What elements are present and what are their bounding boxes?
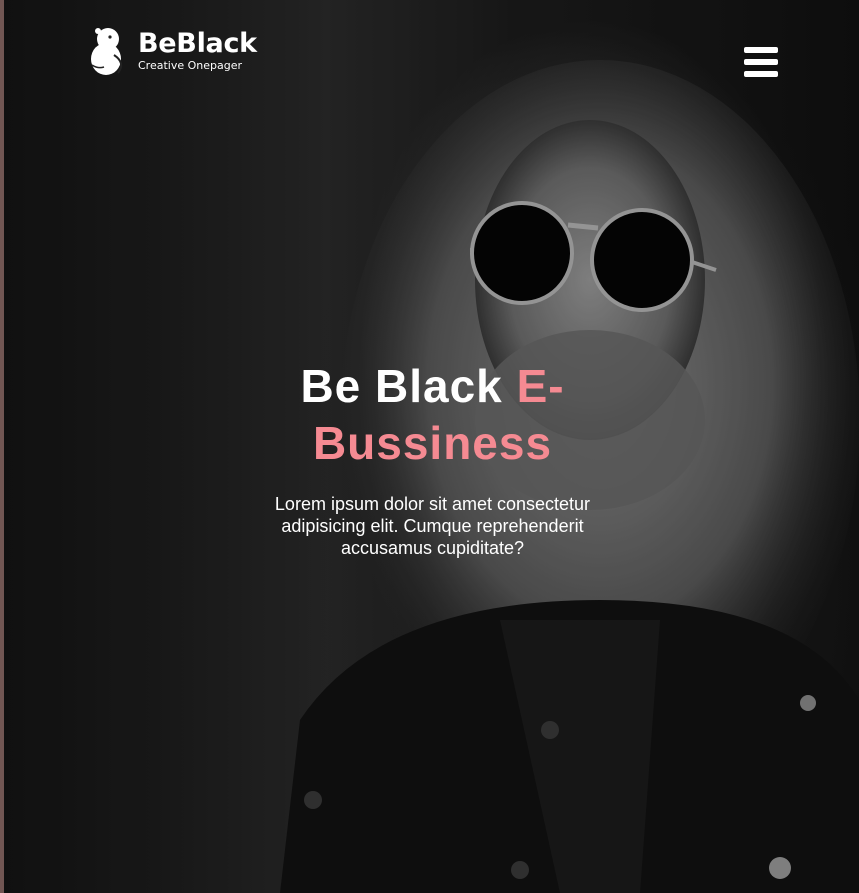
- brand-name: BeBlack: [138, 27, 257, 59]
- headline-main: Be Black: [300, 360, 503, 412]
- brand-tagline: Creative Onepager: [138, 58, 243, 72]
- hero-headline: Be Black E-Bussiness: [240, 358, 625, 472]
- menu-bar-middle: [744, 59, 778, 65]
- hero-section: BeBlack Creative Onepager Be Black E-Bus…: [0, 0, 859, 893]
- site-header: BeBlack Creative Onepager: [88, 25, 257, 77]
- hamburger-menu-icon[interactable]: [744, 47, 778, 79]
- beaver-logo-icon[interactable]: [88, 25, 128, 77]
- menu-bar-top: [744, 47, 778, 53]
- hero-description: Lorem ipsum dolor sit amet consectetur a…: [274, 494, 591, 558]
- menu-bar-bottom: [744, 71, 778, 77]
- logo-text[interactable]: BeBlack Creative Onepager: [138, 27, 257, 73]
